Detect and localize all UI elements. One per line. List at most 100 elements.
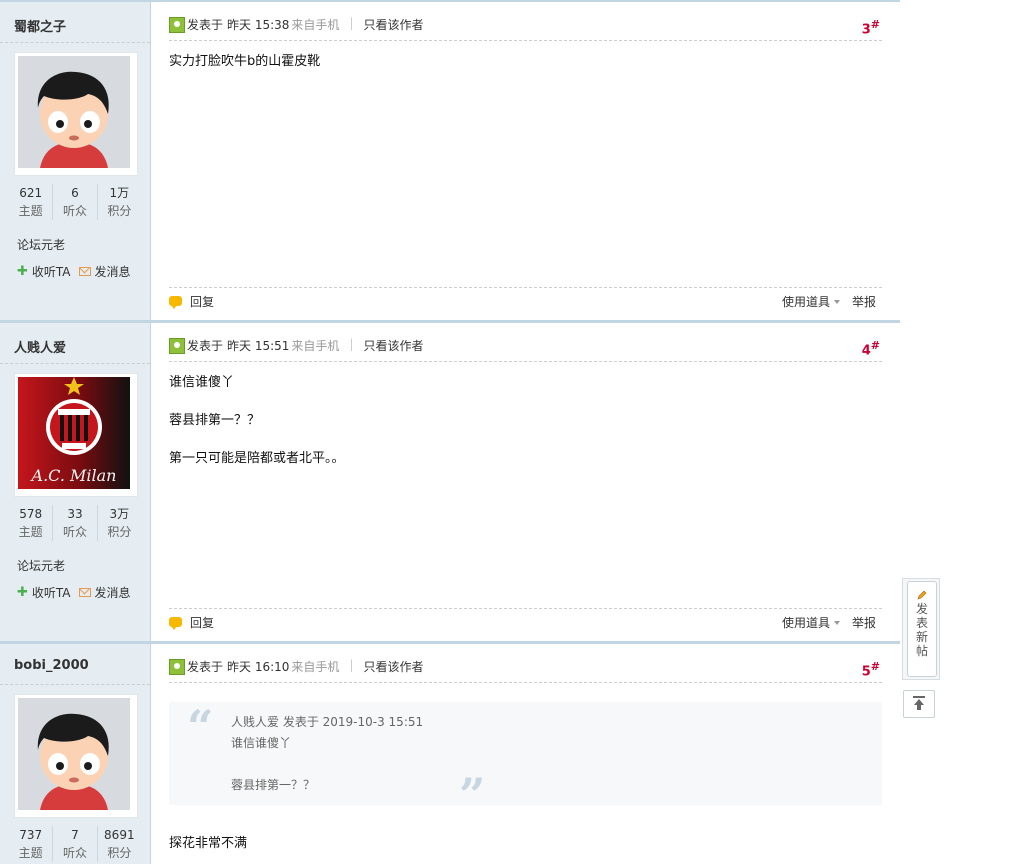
- floor-value: 5: [861, 664, 871, 680]
- stat-value: 8691: [104, 828, 135, 842]
- stat-label: 听众: [62, 204, 87, 218]
- user-post-icon: [169, 17, 185, 33]
- reply-button[interactable]: 回复: [190, 293, 214, 310]
- message-link[interactable]: 发消息: [95, 263, 131, 280]
- reply-button[interactable]: 回复: [190, 614, 214, 631]
- post-floor-3: 蜀都之子 621 主题 6 听众 1万 积分 论坛元老 ✚ 收听TA 发消息 发…: [0, 0, 900, 320]
- stat-label: 主题: [18, 525, 43, 539]
- only-author-link[interactable]: 只看该作者: [363, 337, 423, 354]
- use-tools-label: 使用道具: [781, 615, 830, 630]
- device-label: 来自手机: [291, 660, 340, 674]
- follow-link[interactable]: 收听TA: [32, 263, 71, 280]
- floor-number[interactable]: 3#: [862, 18, 880, 37]
- device-label: 来自手机: [291, 339, 340, 353]
- stat-label: 听众: [62, 525, 87, 539]
- stat-value: 621: [19, 186, 43, 200]
- author-username[interactable]: bobi_2000: [14, 658, 89, 673]
- stat-threads[interactable]: 737 主题: [9, 826, 52, 862]
- only-author-link[interactable]: 只看该作者: [363, 658, 423, 675]
- post-tools: 使用道具 举报: [782, 614, 876, 631]
- post-header: 发表于 昨天 16:10 来自手机 | 只看该作者 5#: [169, 658, 882, 683]
- new-post-button[interactable]: 发表新帖: [907, 581, 937, 677]
- author-divider: [0, 363, 150, 364]
- floor-value: 3: [861, 22, 871, 38]
- stat-value: 7: [71, 828, 79, 842]
- floor-number[interactable]: 4#: [862, 339, 880, 358]
- stat-label: 主题: [18, 846, 43, 860]
- user-level[interactable]: 论坛元老: [17, 557, 65, 574]
- plus-icon: ✚: [17, 585, 28, 600]
- avatar[interactable]: [14, 694, 138, 818]
- user-post-icon: [169, 659, 185, 675]
- author-divider: [0, 42, 150, 43]
- stat-followers[interactable]: 7 听众: [52, 826, 96, 862]
- avatar[interactable]: [14, 52, 138, 176]
- close-quote-icon: ”: [459, 768, 486, 822]
- stat-threads[interactable]: 621 主题: [9, 184, 52, 220]
- posted-time: 昨天 15:38: [227, 18, 290, 32]
- header-divider: |: [349, 337, 354, 351]
- stat-label: 积分: [107, 846, 132, 860]
- chevron-down-icon: [833, 621, 840, 625]
- posted-label: 发表于: [187, 339, 224, 353]
- message-link[interactable]: 发消息: [95, 584, 131, 601]
- user-post-icon: [169, 338, 185, 354]
- posted-label: 发表于: [187, 660, 224, 674]
- stat-value: 3万: [109, 507, 130, 521]
- ac-milan-avatar-image: A.C. Milan: [18, 377, 130, 489]
- post-content: 发表于 昨天 15:51 来自手机 | 只看该作者 4# 谁信谁傻丫 蓉县排第一…: [151, 323, 900, 641]
- report-button[interactable]: 举报: [852, 293, 876, 310]
- author-username[interactable]: 蜀都之子: [14, 16, 66, 35]
- avatar[interactable]: A.C. Milan: [14, 373, 138, 497]
- post-text: 实力打脸吹牛b的山霍皮靴: [169, 54, 321, 69]
- floor-mark: #: [870, 18, 880, 31]
- report-button[interactable]: 举报: [852, 614, 876, 631]
- use-tools-menu[interactable]: 使用道具: [782, 614, 840, 631]
- author-username[interactable]: 人贱人爱: [14, 337, 66, 356]
- post-text: 第一只可能是陪都或者北平。。: [169, 451, 345, 466]
- only-author-link[interactable]: 只看该作者: [363, 16, 423, 33]
- author-panel: 人贱人爱 A.C. Milan 578 主题 33 听众 3万 积分 论坛元老 …: [0, 323, 151, 641]
- cartoon-avatar-image: [18, 698, 130, 810]
- stat-followers[interactable]: 6 听众: [52, 184, 96, 220]
- floor-mark: #: [870, 660, 880, 673]
- stat-value: 1万: [109, 186, 130, 200]
- use-tools-label: 使用道具: [781, 294, 830, 309]
- stat-value: 578: [19, 507, 43, 521]
- post-content: 发表于 昨天 15:38 来自手机 | 只看该作者 3# 实力打脸吹牛b的山霍皮…: [151, 2, 900, 320]
- post-footer: 回复 使用道具 举报: [169, 608, 882, 635]
- post-footer: 回复 使用道具 举报: [169, 287, 882, 314]
- speech-bubble-icon: [169, 296, 182, 309]
- post-header: 发表于 昨天 15:51 来自手机 | 只看该作者 4#: [169, 337, 882, 362]
- author-divider: [0, 684, 150, 685]
- post-body: 谁信谁傻丫 蓉县排第一？？ 第一只可能是陪都或者北平。。: [169, 373, 345, 487]
- post-body: 实力打脸吹牛b的山霍皮靴: [169, 52, 320, 90]
- floor-number[interactable]: 5#: [862, 660, 880, 679]
- stat-points[interactable]: 3万积分: [96, 505, 141, 541]
- header-divider: |: [349, 16, 354, 30]
- author-stats: 578 主题 33 听众 3万积分: [9, 505, 141, 541]
- post-floor-4: 人贱人爱 A.C. Milan 578 主题 33 听众 3万 积分 论坛元老 …: [0, 320, 900, 641]
- post-floor-5: bobi_2000 737 主题 7 听众 8691 积分 发表于 昨天 16:…: [0, 641, 900, 864]
- stat-value: 6: [71, 186, 79, 200]
- envelope-icon: [78, 588, 91, 597]
- quote-header[interactable]: 人贱人爱 发表于 2019-10-3 15:51: [231, 712, 423, 732]
- post-text: 谁信谁傻丫: [169, 375, 235, 390]
- stat-label: 积分: [107, 525, 132, 539]
- cartoon-avatar-image: [18, 56, 130, 168]
- posted-time: 昨天 15:51: [227, 339, 290, 353]
- stat-points[interactable]: 8691 积分: [96, 826, 141, 862]
- back-to-top-icon: [913, 696, 925, 710]
- follow-link[interactable]: 收听TA: [32, 584, 71, 601]
- user-level[interactable]: 论坛元老: [17, 236, 65, 253]
- back-to-top-button[interactable]: [903, 690, 935, 718]
- quote-block: “ 人贱人爱 发表于 2019-10-3 15:51 谁信谁傻丫 蓉县排第一？？…: [169, 702, 882, 818]
- use-tools-menu[interactable]: 使用道具: [782, 293, 840, 310]
- stat-points[interactable]: 1万 积分: [96, 184, 141, 220]
- stat-threads[interactable]: 578 主题: [9, 505, 52, 541]
- post-header: 发表于 昨天 15:38 来自手机 | 只看该作者 3#: [169, 16, 882, 41]
- thread-list: 蜀都之子 621 主题 6 听众 1万 积分 论坛元老 ✚ 收听TA 发消息 发…: [0, 0, 900, 864]
- stat-value: 737: [19, 828, 43, 842]
- stat-followers[interactable]: 33 听众: [52, 505, 96, 541]
- avatar-logo-text: A.C. Milan: [30, 466, 117, 485]
